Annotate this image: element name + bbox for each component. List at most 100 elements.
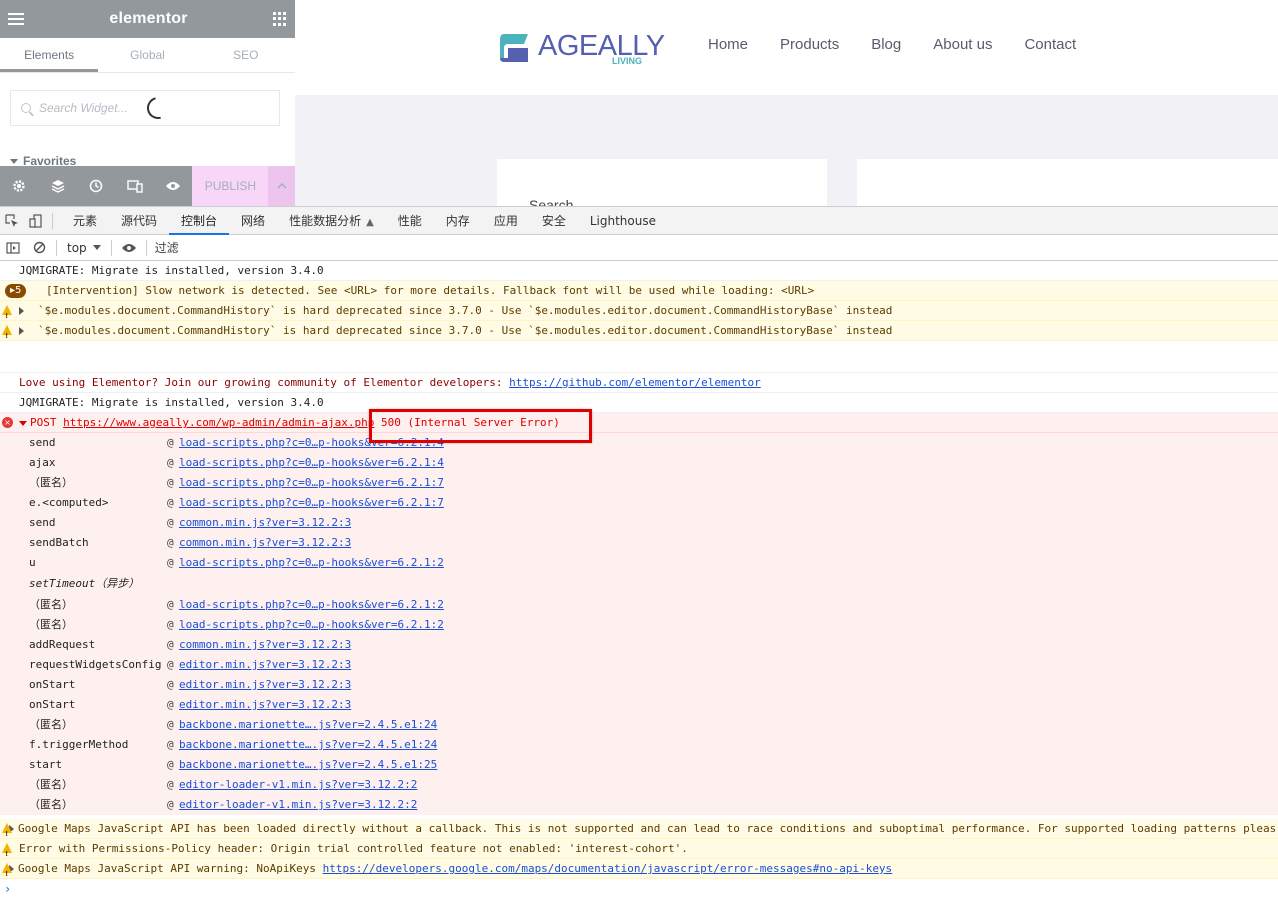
- error-request-url[interactable]: https://www.ageally.com/wp-admin/admin-a…: [63, 416, 374, 429]
- site-logo[interactable]: AGEALLY LIVING: [498, 28, 665, 66]
- console-prompt[interactable]: ›: [0, 879, 1278, 899]
- stack-source-link[interactable]: common.min.js?ver=3.12.2:3: [179, 516, 351, 529]
- stack-source-link[interactable]: load-scripts.php?c=0…p-hooks&ver=6.2.1:4: [179, 456, 444, 469]
- caret-down-icon: [10, 159, 18, 165]
- console-log-line: JQMIGRATE: Migrate is installed, version…: [0, 261, 1278, 281]
- tab-performance[interactable]: 性能: [386, 207, 434, 235]
- elementor-brand: elementor: [109, 10, 188, 27]
- console-toolbar: top 过滤: [0, 235, 1278, 261]
- console-filter-input[interactable]: 过滤: [155, 239, 179, 256]
- stack-source-link[interactable]: editor.min.js?ver=3.12.2:3: [179, 698, 351, 711]
- inspect-element-icon[interactable]: [0, 207, 24, 235]
- warning-icon: [2, 823, 12, 838]
- tab-global[interactable]: Global: [98, 38, 196, 72]
- console-warning-line[interactable]: Google Maps JavaScript API warning: NoAp…: [0, 859, 1278, 879]
- nav-about-us[interactable]: About us: [933, 36, 992, 53]
- preview-eye-icon[interactable]: [154, 166, 192, 206]
- at-symbol: @: [167, 778, 174, 791]
- stack-source-link[interactable]: load-scripts.php?c=0…p-hooks&ver=6.2.1:7: [179, 496, 444, 509]
- hamburger-menu-icon[interactable]: [8, 13, 24, 25]
- at-symbol: @: [167, 718, 174, 731]
- devtools-tab-bar: 元素 源代码 控制台 网络 性能数据分析 ▲ 性能 内存 应用 安全 Lighth…: [0, 207, 1278, 235]
- stack-function-name: requestWidgetsConfig: [29, 658, 162, 671]
- stack-function-name: onStart: [29, 678, 76, 691]
- stack-frame: send @ load-scripts.php?c=0…p-hooks&ver=6.…: [0, 433, 1278, 453]
- tab-memory[interactable]: 内存: [434, 207, 482, 235]
- tab-seo[interactable]: SEO: [197, 38, 295, 72]
- stack-source-link[interactable]: editor.min.js?ver=3.12.2:3: [179, 678, 351, 691]
- tab-elements[interactable]: 元素: [61, 207, 109, 235]
- stack-source-link[interactable]: backbone.marionette….js?ver=2.4.5.e1:24: [179, 718, 437, 731]
- elementor-tabs: Elements Global SEO: [0, 38, 295, 73]
- api-keys-doc-link[interactable]: https://developers.google.com/maps/docum…: [323, 862, 893, 875]
- nav-products[interactable]: Products: [780, 36, 839, 53]
- tab-network[interactable]: 网络: [229, 207, 277, 235]
- publish-options-chevron-up-icon[interactable]: [268, 166, 295, 206]
- tab-application[interactable]: 应用: [482, 207, 530, 235]
- stack-frame: addRequest @ common.min.js?ver=3.12.2:3: [0, 635, 1278, 655]
- stack-source-link[interactable]: load-scripts.php?c=0…p-hooks&ver=6.2.1:2: [179, 556, 444, 569]
- stack-source-link[interactable]: load-scripts.php?c=0…p-hooks&ver=6.2.1:2: [179, 598, 444, 611]
- divider: [145, 239, 147, 256]
- console-error-line[interactable]: × POST https://www.ageally.com/wp-admin/…: [0, 413, 1278, 433]
- tab-elements[interactable]: Elements: [0, 38, 99, 72]
- nav-blog[interactable]: Blog: [871, 36, 901, 53]
- live-expression-eye-icon[interactable]: [116, 235, 142, 261]
- stack-frame: f.triggerMethod @ backbone.marionette….js?…: [0, 735, 1278, 755]
- stack-function-name: （匿名）: [29, 618, 73, 631]
- tab-console[interactable]: 控制台: [169, 207, 230, 235]
- at-symbol: @: [167, 698, 174, 711]
- search-widget-label: Search: [529, 197, 574, 206]
- sidebar-toggle-icon[interactable]: [0, 235, 26, 261]
- clear-console-icon[interactable]: [26, 235, 52, 261]
- tab-performance-insights[interactable]: 性能数据分析 ▲: [277, 207, 386, 235]
- tab-security[interactable]: 安全: [530, 207, 578, 235]
- console-warning-line[interactable]: Google Maps JavaScript API has been load…: [0, 819, 1278, 839]
- stack-source-link[interactable]: load-scripts.php?c=0…p-hooks&ver=6.2.1:4: [179, 436, 444, 449]
- publish-button[interactable]: PUBLISH: [192, 166, 269, 206]
- logo-mark-icon: [498, 28, 534, 64]
- context-selector[interactable]: top: [61, 241, 107, 255]
- context-value: top: [67, 240, 87, 255]
- stack-function-name: f.triggerMethod: [29, 738, 129, 751]
- warning-message: Google Maps JavaScript API has been load…: [18, 822, 1277, 835]
- stack-frame: onStart @ editor.min.js?ver=3.12.2:3: [0, 695, 1278, 715]
- tab-lighthouse[interactable]: Lighthouse: [578, 207, 668, 235]
- stack-source-link[interactable]: backbone.marionette….js?ver=2.4.5.e1:24: [179, 738, 437, 751]
- console-elementor-line: Love using Elementor? Join our growing c…: [0, 373, 1278, 393]
- at-symbol: @: [167, 536, 174, 549]
- stack-frame: ajax @ load-scripts.php?c=0…p-hooks&ver=6.…: [0, 453, 1278, 473]
- nav-home[interactable]: Home: [708, 36, 748, 53]
- message-count-badge[interactable]: ▸5: [5, 284, 27, 298]
- responsive-mode-icon[interactable]: [115, 166, 153, 206]
- stack-trace-async: （匿名） @ load-scripts.php?c=0…p-hooks&ver=6.…: [0, 595, 1278, 815]
- stack-source-link[interactable]: common.min.js?ver=3.12.2:3: [179, 638, 351, 651]
- widgets-grid-icon[interactable]: [273, 12, 287, 26]
- navigator-layers-icon[interactable]: [38, 166, 76, 206]
- console-output: JQMIGRATE: Migrate is installed, version…: [0, 261, 1278, 899]
- stack-function-name: （匿名）: [29, 598, 73, 611]
- device-toolbar-icon[interactable]: [24, 207, 48, 235]
- history-icon[interactable]: [77, 166, 115, 206]
- stack-source-link[interactable]: editor-loader-v1.min.js?ver=3.12.2:2: [179, 778, 417, 791]
- stack-frame: requestWidgetsConfig @ editor.min.js?ver=3…: [0, 655, 1278, 675]
- tab-sources[interactable]: 源代码: [109, 207, 169, 235]
- nav-contact[interactable]: Contact: [1024, 36, 1076, 53]
- expand-arrow-icon[interactable]: [19, 327, 24, 335]
- expanded-arrow-icon[interactable]: [19, 420, 27, 426]
- stack-source-link[interactable]: editor.min.js?ver=3.12.2:3: [179, 658, 351, 671]
- stack-source-link[interactable]: load-scripts.php?c=0…p-hooks&ver=6.2.1:7: [179, 476, 444, 489]
- divider: [56, 239, 57, 256]
- warning-message: `$e.modules.document.CommandHistory` is …: [38, 324, 893, 337]
- stack-source-link[interactable]: editor-loader-v1.min.js?ver=3.12.2:2: [179, 798, 417, 811]
- expand-arrow-icon[interactable]: [19, 307, 24, 315]
- stack-source-link[interactable]: load-scripts.php?c=0…p-hooks&ver=6.2.1:2: [179, 618, 444, 631]
- github-link[interactable]: https://github.com/elementor/elementor: [509, 376, 761, 389]
- console-warning-line[interactable]: `$e.modules.document.CommandHistory` is …: [0, 301, 1278, 321]
- settings-gear-icon[interactable]: [0, 166, 38, 206]
- stack-source-link[interactable]: common.min.js?ver=3.12.2:3: [179, 536, 351, 549]
- stack-source-link[interactable]: backbone.marionette….js?ver=2.4.5.e1:25: [179, 758, 437, 771]
- at-symbol: @: [167, 556, 174, 569]
- console-warning-line[interactable]: `$e.modules.document.CommandHistory` is …: [0, 321, 1278, 341]
- widget-search-input[interactable]: [39, 101, 139, 115]
